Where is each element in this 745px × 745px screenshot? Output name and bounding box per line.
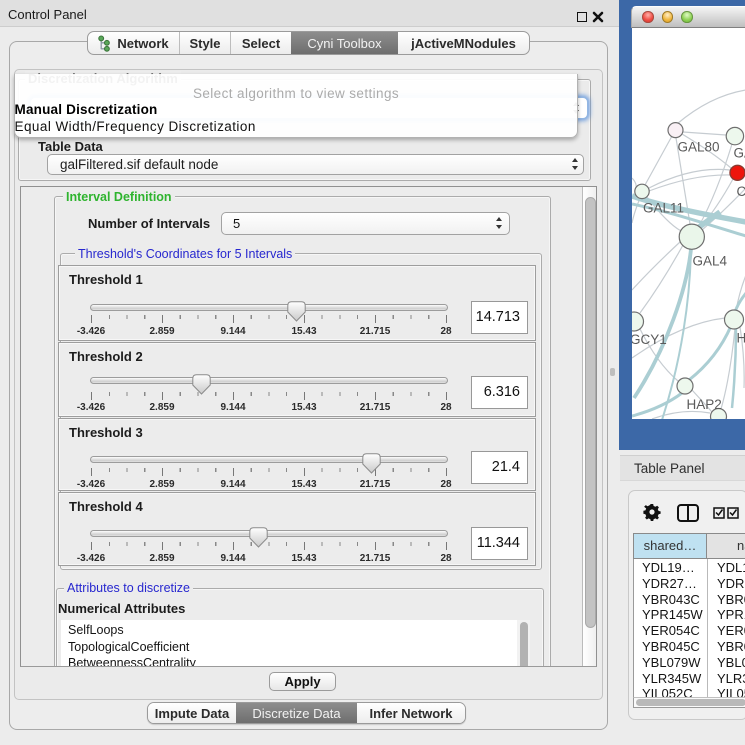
svg-text:GCY1: GCY1	[632, 332, 667, 347]
svg-text:GAL11: GAL11	[643, 201, 684, 216]
svg-text:H: H	[736, 331, 745, 346]
svg-text:GA: GA	[733, 146, 745, 161]
svg-text:C: C	[736, 184, 745, 199]
svg-text:GAL80: GAL80	[677, 140, 719, 155]
svg-text:HAP2: HAP2	[686, 397, 721, 412]
svg-text:GAL4: GAL4	[692, 254, 727, 269]
